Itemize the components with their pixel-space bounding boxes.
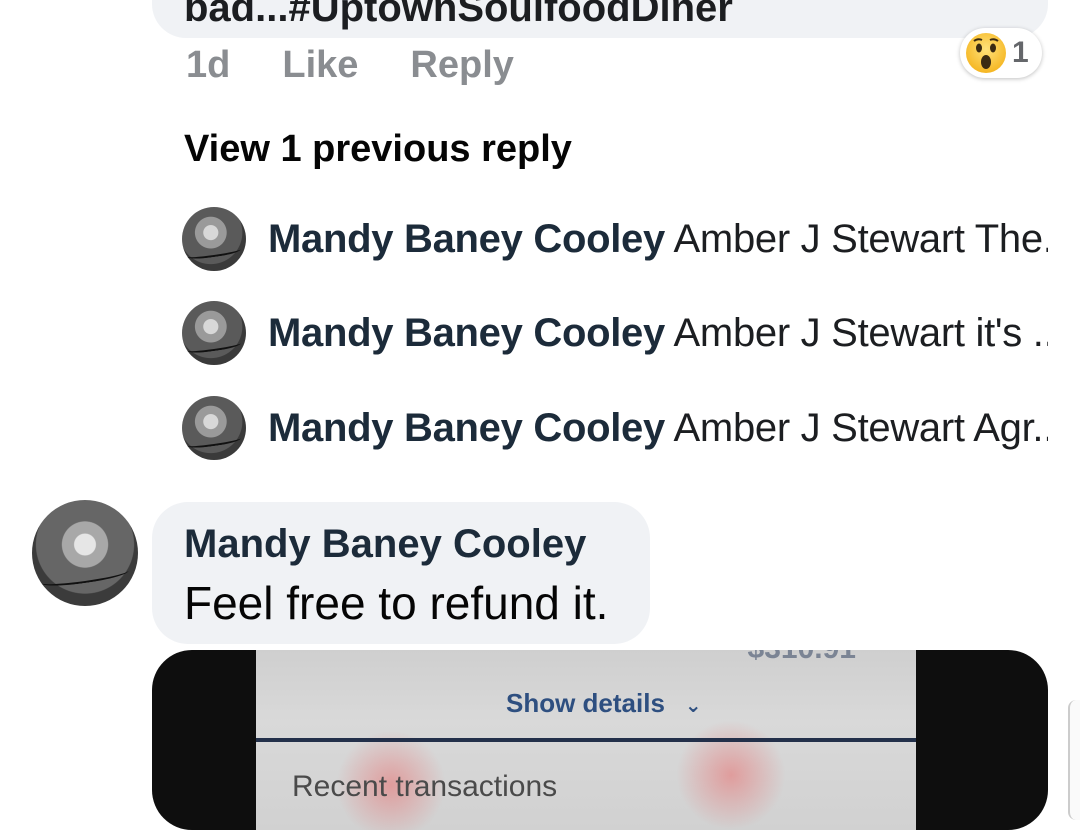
reply-snippet: Amber J Stewart The... <box>673 216 1048 261</box>
avatar[interactable] <box>182 301 246 365</box>
commenter-avatar[interactable] <box>32 500 138 606</box>
photographed-phone-screen: $310.91 Show details ⌄ Recent transaction… <box>256 650 916 830</box>
reply-text: Mandy Baney Cooley Amber J Stewart it's … <box>268 311 1048 356</box>
view-previous-replies-link[interactable]: View 1 previous reply <box>184 128 572 171</box>
reaction-summary[interactable]: 1 <box>960 28 1042 78</box>
like-button[interactable]: Like <box>282 44 358 87</box>
reply-author[interactable]: Mandy Baney Cooley <box>268 311 665 355</box>
photo-recent-transactions: Recent transactions <box>292 770 558 803</box>
reply-snippet: Amber J Stewart it's ... <box>673 310 1048 355</box>
previous-comment-bubble: bad...#UptownSoulfoodDiner <box>152 0 1048 38</box>
reply-button[interactable]: Reply <box>410 44 513 87</box>
reply-text: Mandy Baney Cooley Amber J Stewart Agr..… <box>268 406 1048 451</box>
reaction-count: 1 <box>1012 36 1029 69</box>
reply-author[interactable]: Mandy Baney Cooley <box>268 406 665 450</box>
previous-comment-text: bad...#UptownSoulfoodDiner <box>184 0 733 30</box>
photo-show-details-label: Show details <box>506 688 665 718</box>
chevron-down-icon: ⌄ <box>684 695 702 717</box>
comment-body: Feel free to refund it. <box>184 577 609 629</box>
reply-text: Mandy Baney Cooley Amber J Stewart The..… <box>268 217 1048 262</box>
photo-amount: $310.91 <box>748 650 856 666</box>
comment-time: 1d <box>186 44 231 86</box>
edge-handle[interactable] <box>1068 700 1080 820</box>
photo-divider <box>256 738 916 742</box>
comment-author[interactable]: Mandy Baney Cooley <box>184 522 586 567</box>
avatar[interactable] <box>182 207 246 271</box>
reply-item[interactable]: Mandy Baney Cooley Amber J Stewart Agr..… <box>182 395 1062 461</box>
reply-author[interactable]: Mandy Baney Cooley <box>268 217 665 261</box>
light-glare <box>676 720 786 830</box>
reply-item[interactable]: Mandy Baney Cooley Amber J Stewart it's … <box>182 300 1062 366</box>
reply-snippet: Amber J Stewart Agr... <box>673 405 1048 450</box>
photo-show-details: Show details ⌄ <box>506 688 702 719</box>
avatar[interactable] <box>182 396 246 460</box>
attached-photo[interactable]: $310.91 Show details ⌄ Recent transaction… <box>152 650 1048 830</box>
comment-bubble[interactable]: Mandy Baney Cooley Feel free to refund i… <box>152 502 650 644</box>
wow-emoji-icon <box>966 33 1006 73</box>
reply-item[interactable]: Mandy Baney Cooley Amber J Stewart The..… <box>182 206 1062 272</box>
comment-actions: 1d Like Reply <box>186 44 514 87</box>
